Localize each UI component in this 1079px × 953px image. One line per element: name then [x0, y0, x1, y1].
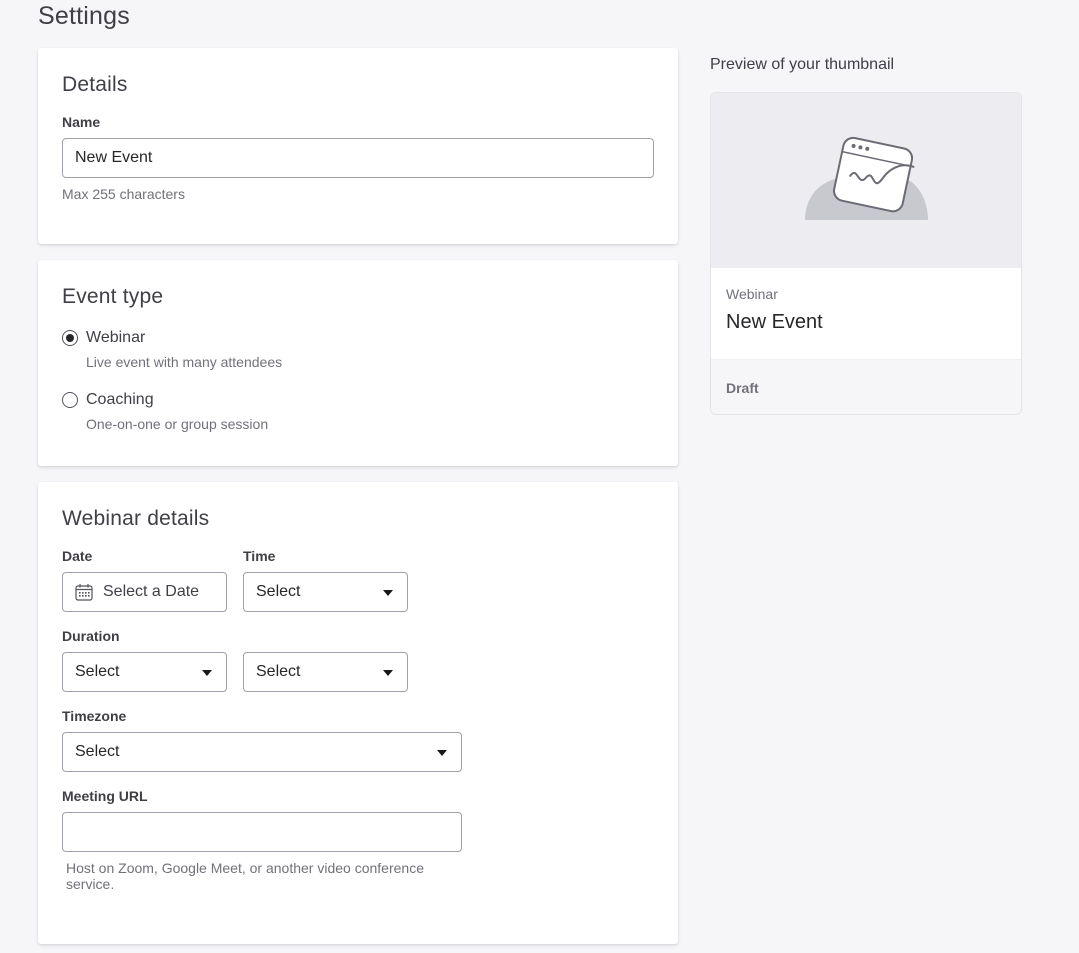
name-label: Name	[62, 114, 101, 130]
timezone-select-value: Select	[75, 743, 120, 760]
page-title: Settings	[38, 2, 130, 30]
preview-title: Preview of your thumbnail	[710, 56, 895, 73]
event-type-heading: Event type	[62, 285, 164, 308]
name-help-text: Max 255 characters	[62, 186, 185, 202]
date-placeholder: Select a Date	[103, 583, 200, 600]
webinar-radio-description: Live event with many attendees	[86, 354, 283, 370]
meeting-url-help-text: Host on Zoom, Google Meet, or another vi…	[66, 860, 424, 892]
event-type-card: Event type Webinar Live event with many …	[38, 260, 678, 466]
meeting-url-label: Meeting URL	[62, 788, 148, 804]
chevron-down-icon	[383, 590, 393, 596]
coaching-radio-label[interactable]: Coaching	[86, 391, 154, 409]
details-card: Details Name New Event Max 255 character…	[38, 48, 678, 244]
image-placeholder-icon	[805, 136, 928, 220]
duration-select-primary[interactable]: Select	[62, 652, 227, 692]
timezone-select[interactable]: Select	[62, 732, 462, 772]
timezone-label: Timezone	[62, 708, 127, 724]
thumbnail-preview-card: Webinar New Event Draft	[710, 92, 1022, 415]
name-input-value: New Event	[75, 149, 153, 166]
chevron-down-icon	[202, 670, 212, 676]
details-heading: Details	[62, 73, 128, 96]
chevron-down-icon	[437, 750, 447, 756]
meeting-url-input[interactable]	[62, 812, 462, 852]
thumbnail-event-type: Webinar	[726, 286, 778, 302]
name-input[interactable]: New Event	[62, 138, 654, 178]
duration-select-secondary[interactable]: Select	[243, 652, 408, 692]
status-badge: Draft	[726, 380, 759, 396]
date-label: Date	[62, 548, 93, 564]
coaching-radio-description: One-on-one or group session	[86, 416, 269, 432]
webinar-radio[interactable]	[62, 330, 78, 346]
duration-select-primary-value: Select	[75, 663, 120, 680]
thumbnail-event-name: New Event	[726, 311, 823, 333]
thumbnail-footer: Draft	[711, 359, 1021, 414]
time-select-value: Select	[256, 583, 301, 600]
coaching-radio[interactable]	[62, 392, 78, 408]
duration-label: Duration	[62, 628, 120, 644]
duration-select-secondary-value: Select	[256, 663, 301, 680]
date-picker-input[interactable]: Select a Date	[62, 572, 227, 612]
webinar-radio-label[interactable]: Webinar	[86, 329, 145, 347]
webinar-details-card: Webinar details Date Select a Date Time …	[38, 482, 678, 944]
webinar-details-heading: Webinar details	[62, 507, 210, 530]
calendar-icon	[75, 583, 93, 601]
time-label: Time	[243, 548, 276, 564]
chevron-down-icon	[383, 670, 393, 676]
thumbnail-image	[711, 93, 1021, 268]
time-select[interactable]: Select	[243, 572, 408, 612]
